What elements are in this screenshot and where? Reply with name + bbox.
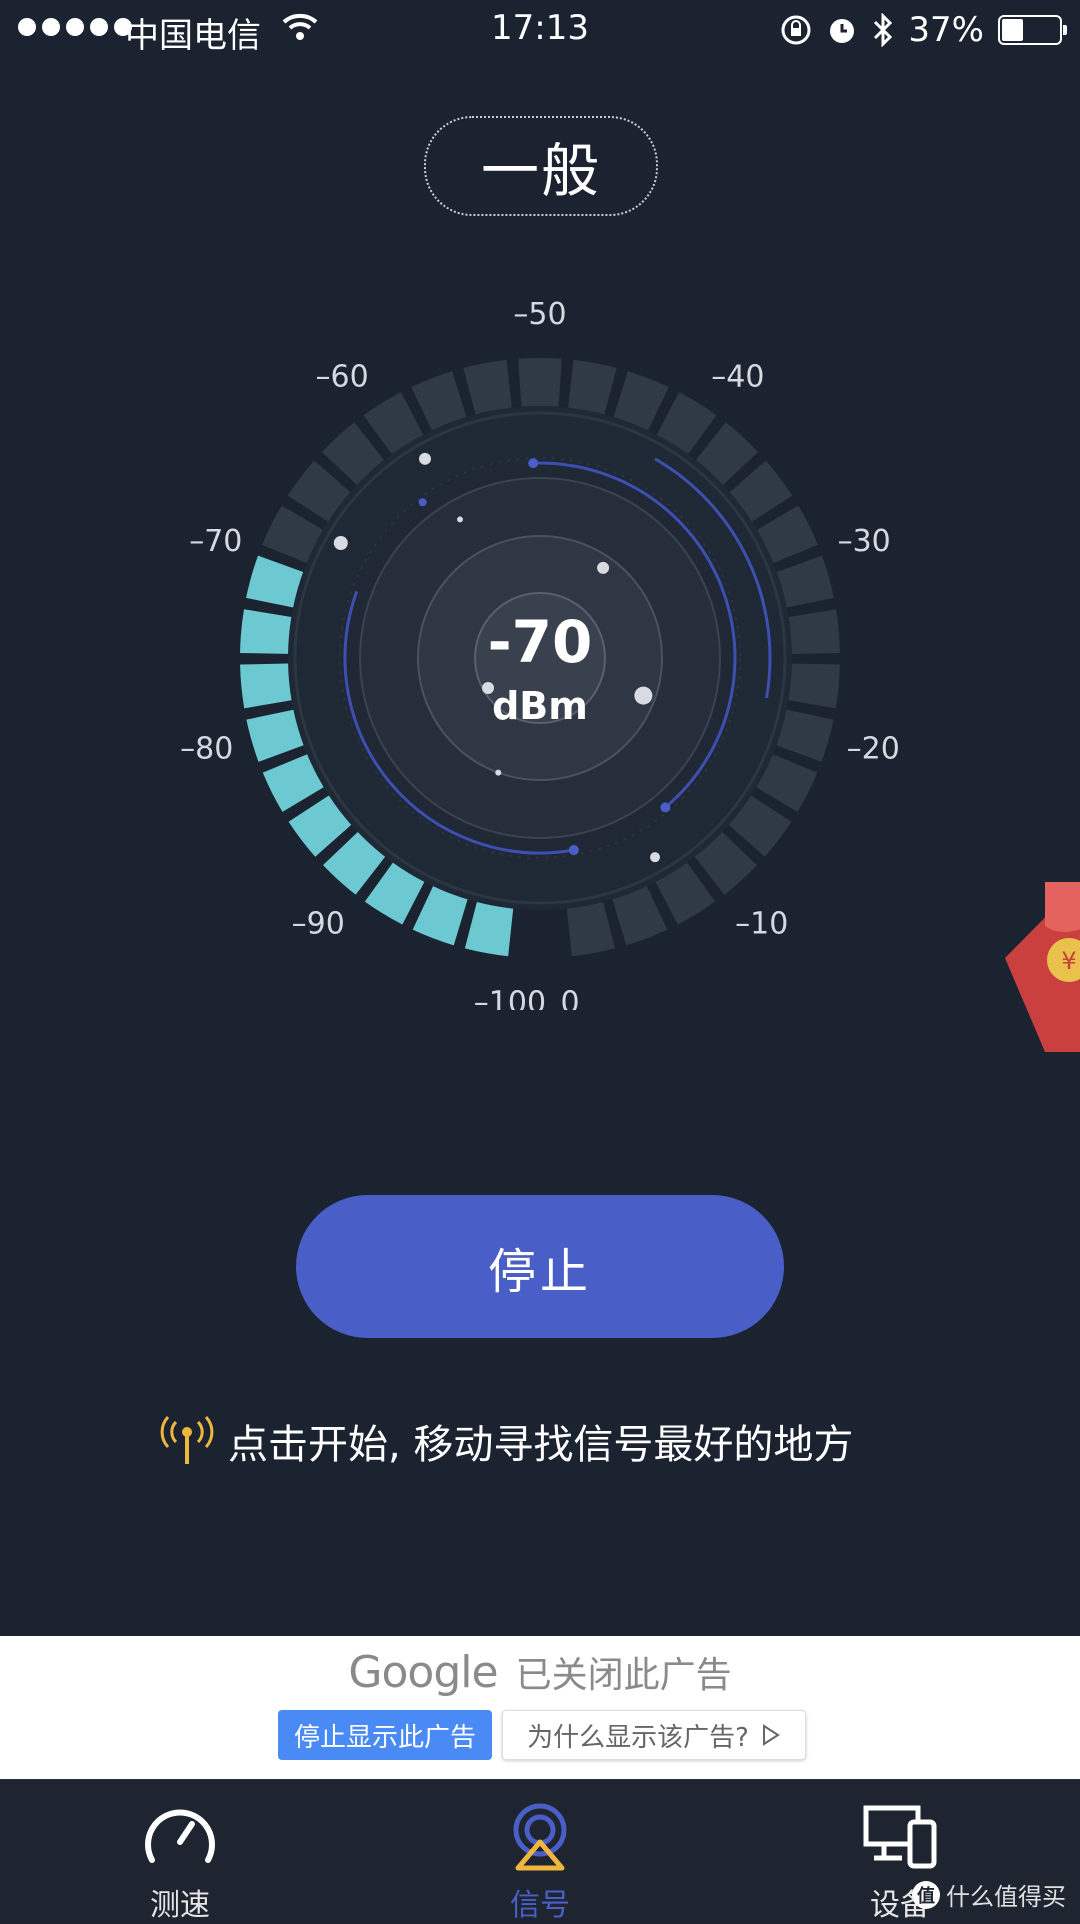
- gauge-tick-label: –50: [513, 297, 566, 332]
- google-logo: Google: [348, 1646, 498, 1698]
- hint-text: 点击开始, 移动寻找信号最好的地方: [228, 1422, 854, 1468]
- why-this-ad-button[interactable]: 为什么显示该广告?: [502, 1710, 806, 1760]
- orbit-dot: [528, 458, 539, 469]
- gauge-segment: [776, 555, 834, 608]
- orbit-dot: [495, 769, 502, 776]
- rotation-lock-icon: [781, 15, 811, 45]
- battery-icon: [998, 15, 1067, 45]
- gauge-tick-label: –60: [316, 359, 369, 394]
- signal-unit: dBm: [492, 684, 588, 728]
- gauge-segment: [518, 358, 562, 407]
- battery-percent: 37%: [908, 10, 984, 50]
- gauge-segment: [788, 663, 840, 709]
- why-this-ad-label: 为什么显示该广告?: [527, 1722, 749, 1753]
- status-bar: 中国电信 17:13 37%: [0, 0, 1080, 60]
- gauge-segment: [240, 663, 292, 709]
- ad-banner: Google 已关闭此广告 停止显示此广告 为什么显示该广告?: [0, 1636, 1080, 1779]
- gauge-tick-label: 0: [561, 986, 580, 1010]
- tab-speed-test[interactable]: 测速: [80, 1780, 280, 1923]
- stop-button[interactable]: 停止: [296, 1195, 784, 1338]
- stop-showing-ad-button[interactable]: 停止显示此广告: [278, 1710, 492, 1760]
- orbit-dot: [418, 498, 427, 507]
- gauge-tick-label: –30: [838, 524, 891, 559]
- gauge-segment: [568, 359, 617, 415]
- adchoices-icon: [762, 1724, 780, 1746]
- gauge-tick-label: –100: [474, 986, 546, 1010]
- tab-label: 测速: [150, 1888, 210, 1923]
- orbit-dot: [333, 536, 348, 550]
- status-right: 37%: [780, 10, 1067, 50]
- antenna-icon: [160, 1416, 214, 1464]
- signal-icon: [513, 1803, 567, 1871]
- devices-icon: [863, 1805, 937, 1869]
- gauge-tick-label: –80: [180, 731, 233, 766]
- gauge-segment: [776, 709, 834, 762]
- gauge-segment: [464, 901, 514, 957]
- orbit-dot: [650, 852, 660, 863]
- orbit-dot: [419, 452, 431, 465]
- battery-fill: [1002, 19, 1023, 41]
- ad-buttons: 停止显示此广告 为什么显示该广告?: [278, 1710, 806, 1760]
- gauge-tick-label: –40: [711, 359, 764, 394]
- signal-reading: -70: [487, 608, 593, 676]
- gauge-tick-label: –90: [292, 906, 345, 941]
- hint: 点击开始, 移动寻找信号最好的地方: [158, 1412, 853, 1470]
- gauge-tick-label: –20: [847, 731, 900, 766]
- watermark: 值 什么值得买: [912, 1877, 1066, 1912]
- tab-signal[interactable]: 信号: [440, 1780, 640, 1923]
- gauge-tick-label: –10: [735, 906, 788, 941]
- gauge-segment: [246, 709, 304, 762]
- orbit-dot: [457, 516, 463, 523]
- gauge-segment: [246, 555, 304, 608]
- alarm-icon: [830, 19, 855, 43]
- tab-bar: 测速 信号 设备 值 什么值得买: [0, 1779, 1080, 1923]
- orbit-dot: [597, 561, 610, 574]
- watermark-badge: 值: [912, 1880, 940, 1909]
- speedometer-icon: [145, 1809, 215, 1863]
- gauge-segment: [788, 609, 840, 654]
- gauge-segment: [566, 901, 616, 957]
- red-packet-icon[interactable]: ¥: [985, 862, 1080, 1052]
- signal-quality-label: 一般: [424, 116, 658, 216]
- tab-label: 信号: [510, 1888, 570, 1923]
- ad-closed-line: Google 已关闭此广告: [0, 1646, 1080, 1698]
- gauge-segment: [463, 359, 512, 415]
- bluetooth-icon: [874, 13, 893, 47]
- watermark-text: 什么值得买: [946, 1883, 1066, 1911]
- svg-text:¥: ¥: [1061, 947, 1076, 975]
- orbit-dot: [568, 845, 579, 856]
- ad-closed-text: 已关闭此广告: [515, 1655, 732, 1696]
- gauge-tick-label: –70: [189, 524, 242, 559]
- gauge-segment: [240, 609, 292, 654]
- orbit-dot: [660, 802, 671, 813]
